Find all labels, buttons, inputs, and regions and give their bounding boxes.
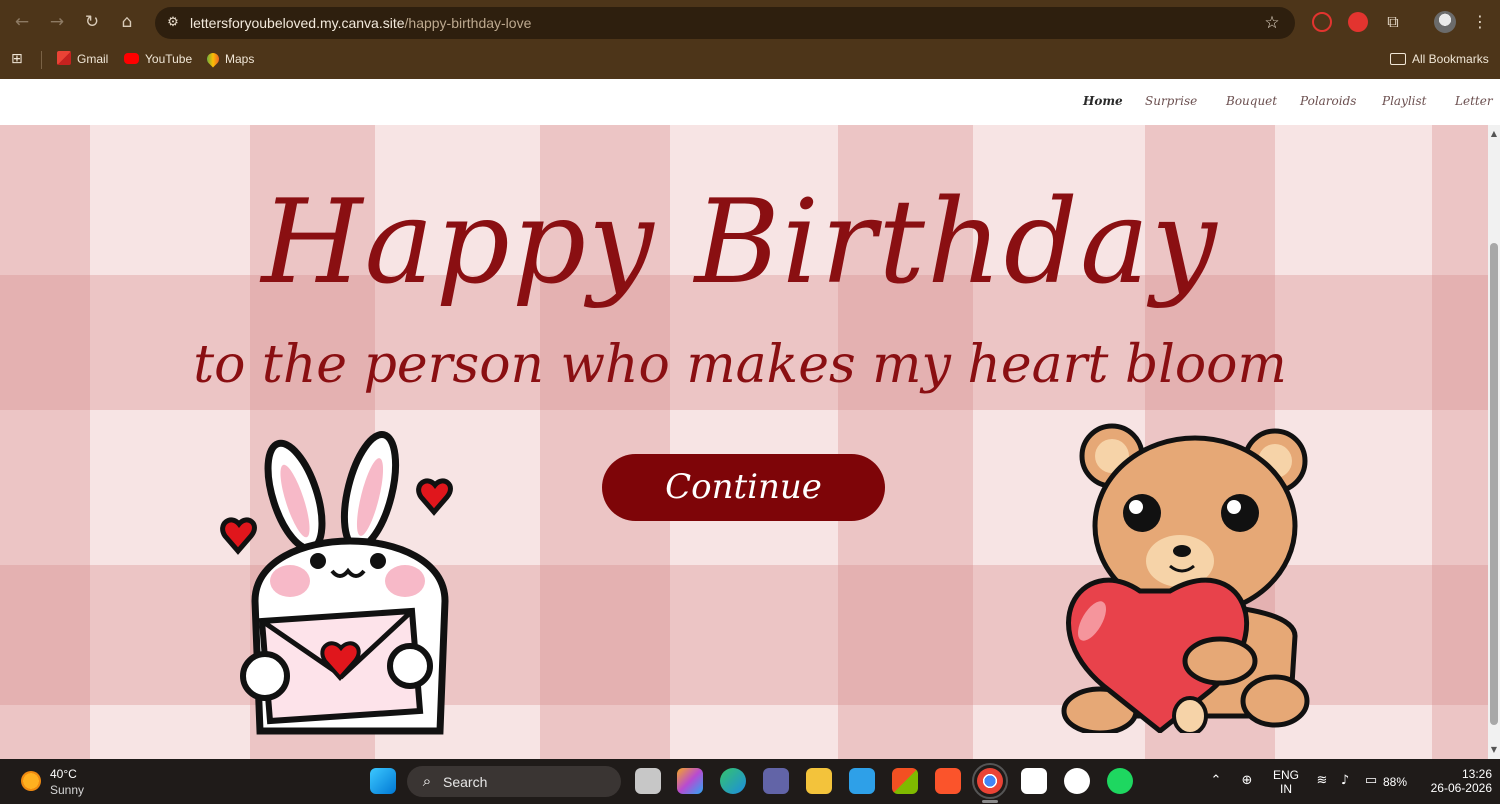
reload-icon[interactable]: ↻ (80, 10, 104, 34)
continue-button[interactable]: Continue (602, 454, 885, 521)
taskbar-search[interactable]: ⌕ Search (407, 766, 621, 797)
weather-condition[interactable]: Sunny (50, 783, 84, 797)
scroll-thumb[interactable] (1490, 243, 1498, 725)
copilot-icon[interactable] (677, 768, 703, 794)
tune-icon[interactable]: ⚙ (163, 13, 183, 33)
teddy-bear-illustration (1061, 423, 1310, 733)
bunny-letter-illustration (220, 430, 453, 735)
clock-time: 13:26 (1461, 767, 1492, 781)
page-subtitle: to the person who makes my heart bloom (193, 335, 1287, 395)
weather-temperature[interactable]: 40°C (50, 767, 77, 781)
chatgpt-icon[interactable] (1064, 768, 1090, 794)
maps-pin-icon (204, 50, 222, 68)
spotify-icon[interactable] (1107, 768, 1133, 794)
url-text[interactable]: lettersforyoubeloved.my.canva.site/happy… (190, 15, 531, 31)
file-explorer-icon[interactable] (806, 768, 832, 794)
back-arrow-icon[interactable]: ← (10, 10, 34, 34)
home-icon[interactable]: ⌂ (115, 10, 139, 34)
language-line2: IN (1280, 782, 1292, 796)
nav-playlist[interactable]: Playlist (1382, 94, 1427, 108)
sun-icon[interactable] (21, 771, 41, 791)
folder-icon (1390, 53, 1406, 65)
active-app-indicator (982, 800, 998, 803)
nav-letter[interactable]: Letter (1455, 94, 1493, 108)
youtube-icon (124, 53, 139, 64)
battery-percent: 88% (1383, 775, 1408, 789)
gmail-icon (57, 51, 71, 65)
address-bar[interactable]: ⚙ lettersforyoubeloved.my.canva.site/hap… (155, 7, 1295, 39)
notion-icon[interactable] (1021, 768, 1047, 794)
clock[interactable]: 13:26 26-06-2026 (1422, 767, 1492, 795)
teams-icon[interactable] (763, 768, 789, 794)
volume-icon[interactable]: ♪ (1336, 772, 1354, 790)
app-icon[interactable] (849, 768, 875, 794)
nav-surprise[interactable]: Surprise (1145, 94, 1197, 108)
bookmark-youtube[interactable]: YouTube (124, 50, 192, 68)
bookmark-maps[interactable]: Maps (204, 50, 254, 68)
puzzle-icon[interactable]: ⧉ (1382, 11, 1404, 33)
site-nav: Home Surprise Bouquet Polaroids Playlist… (0, 79, 1500, 125)
bookmarks-divider (41, 51, 42, 69)
bookmark-gmail[interactable]: Gmail (57, 50, 108, 68)
language-indicator[interactable]: ENG IN (1270, 768, 1302, 796)
language-line1: ENG (1272, 768, 1299, 782)
task-view-icon[interactable] (635, 768, 661, 794)
browser-toolbar: ← → ↻ ⌂ ⚙ lettersforyoubeloved.my.canva.… (0, 0, 1500, 44)
clock-date: 26-06-2026 (1430, 781, 1492, 795)
wifi-icon[interactable]: ≋ (1313, 772, 1331, 790)
all-bookmarks[interactable]: All Bookmarks (1390, 50, 1489, 68)
chevron-up-icon[interactable]: ⌃ (1207, 772, 1225, 790)
location-icon[interactable]: ⊕ (1238, 772, 1256, 790)
heart-icon (220, 517, 257, 555)
nav-bouquet[interactable]: Bouquet (1226, 94, 1277, 108)
store-icon[interactable] (892, 768, 918, 794)
page-scrollbar[interactable]: ▲ ▼ (1488, 125, 1500, 759)
bookmarks-bar: ⊞ Gmail YouTube Maps All Bookmarks (0, 44, 1500, 74)
search-icon: ⌕ (422, 772, 432, 790)
chrome-icon[interactable] (972, 763, 1008, 799)
battery-icon[interactable]: ▭ (1361, 772, 1381, 790)
edge-icon[interactable] (720, 768, 746, 794)
avatar[interactable] (1434, 11, 1456, 33)
scroll-down-icon[interactable]: ▼ (1490, 745, 1498, 755)
record-extension-icon[interactable] (1312, 12, 1332, 32)
browser-chrome: ← → ↻ ⌂ ⚙ lettersforyoubeloved.my.canva.… (0, 0, 1500, 79)
windows-start-icon[interactable] (370, 768, 396, 794)
search-label: Search (443, 774, 488, 790)
kebab-menu-icon[interactable]: ⋮ (1469, 11, 1491, 33)
nav-home[interactable]: Home (1083, 94, 1123, 108)
apps-grid-icon[interactable]: ⊞ (11, 50, 23, 68)
web-page: Home Surprise Bouquet Polaroids Playlist… (0, 79, 1500, 759)
star-icon[interactable]: ☆ (1261, 12, 1283, 34)
heart-icon (416, 478, 453, 516)
windows-taskbar: 40°C Sunny ⌕ Search ⌃ ⊕ ENG IN ≋ ♪ ▭ 88%… (0, 759, 1500, 804)
scroll-up-icon[interactable]: ▲ (1490, 129, 1498, 139)
nav-polaroids[interactable]: Polaroids (1300, 94, 1356, 108)
brave-icon[interactable] (935, 768, 961, 794)
hero-section: Happy Birthday to the person who makes m… (0, 125, 1488, 759)
stop-extension-icon[interactable] (1348, 12, 1368, 32)
page-title: Happy Birthday (261, 175, 1219, 310)
forward-arrow-icon[interactable]: → (45, 10, 69, 34)
